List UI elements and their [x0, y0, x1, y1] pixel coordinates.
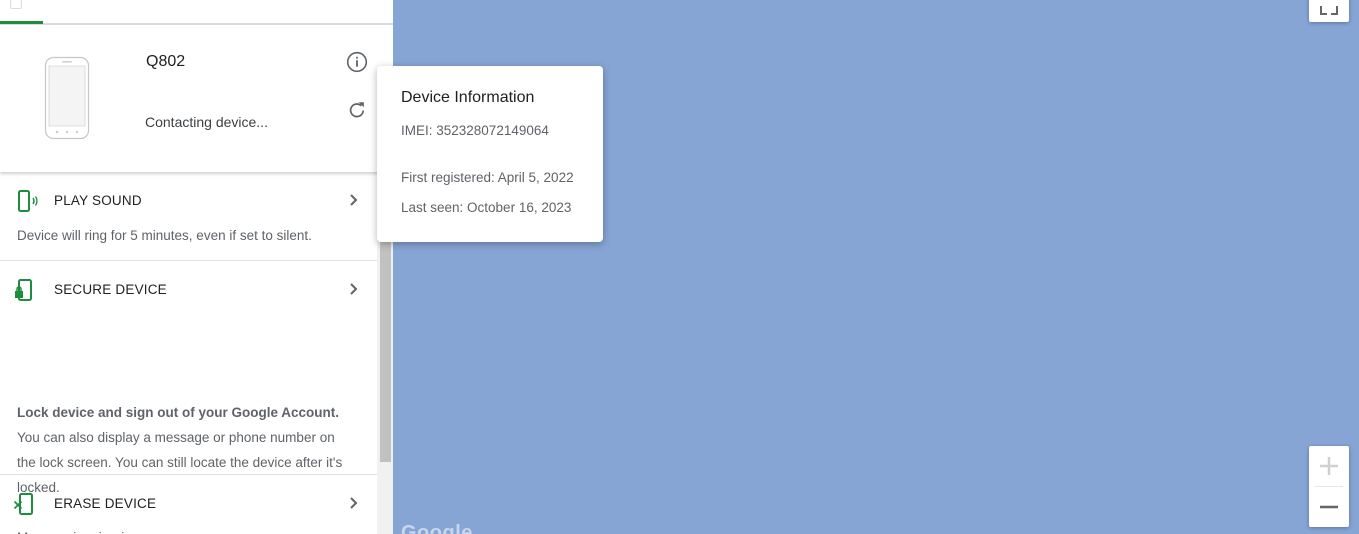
phone-ring-icon — [18, 190, 38, 212]
secure-device-action[interactable]: SECURE DEVICE Lock device and sign out o… — [0, 261, 377, 534]
chevron-right-icon[interactable] — [347, 281, 361, 297]
popup-title: Device Information — [401, 89, 535, 106]
device-tab-phone-icon[interactable] — [10, 0, 22, 9]
chevron-right-icon[interactable] — [347, 192, 361, 208]
active-tab-indicator — [0, 21, 43, 24]
secure-device-title: SECURE DEVICE — [54, 282, 167, 297]
zoom-control — [1309, 446, 1349, 527]
device-panel: Q802 Contacting device... PLAY SOUND Dev… — [0, 0, 393, 534]
plus-icon — [1320, 457, 1338, 475]
device-name: Q802 — [146, 53, 186, 70]
zoom-in-button[interactable] — [1309, 446, 1349, 486]
popup-first-registered: First registered: April 5, 2022 — [401, 170, 574, 185]
info-icon[interactable] — [346, 51, 368, 73]
device-card: Q802 Contacting device... — [0, 25, 393, 172]
fullscreen-button[interactable] — [1309, 0, 1349, 22]
phone-erase-icon — [14, 493, 33, 515]
secure-device-description-bold: Lock device and sign out of your Google … — [17, 405, 340, 420]
popup-last-seen: Last seen: October 16, 2023 — [401, 200, 572, 215]
popup-imei: IMEI: 352328072149064 — [401, 123, 549, 138]
refresh-icon[interactable] — [346, 99, 368, 121]
play-sound-title: PLAY SOUND — [54, 193, 142, 208]
play-sound-description: Device will ring for 5 minutes, even if … — [17, 228, 312, 243]
erase-device-title: ERASE DEVICE — [54, 496, 157, 511]
map-attribution-logo: Google — [401, 522, 473, 534]
device-tabs — [0, 0, 393, 25]
play-sound-action[interactable]: PLAY SOUND Device will ring for 5 minute… — [0, 172, 377, 261]
erase-device-action[interactable]: ERASE DEVICE — [0, 475, 377, 534]
phone-lock-icon — [15, 279, 32, 301]
zoom-out-button[interactable] — [1309, 487, 1349, 527]
actions-list: PLAY SOUND Device will ring for 5 minute… — [0, 172, 377, 534]
phone-image — [44, 56, 90, 140]
device-status: Contacting device... — [145, 114, 268, 130]
fullscreen-icon — [1320, 6, 1338, 15]
device-info-popup: Device Information IMEI: 352328072149064… — [377, 66, 603, 242]
chevron-right-icon[interactable] — [347, 495, 361, 511]
minus-icon — [1320, 505, 1338, 509]
